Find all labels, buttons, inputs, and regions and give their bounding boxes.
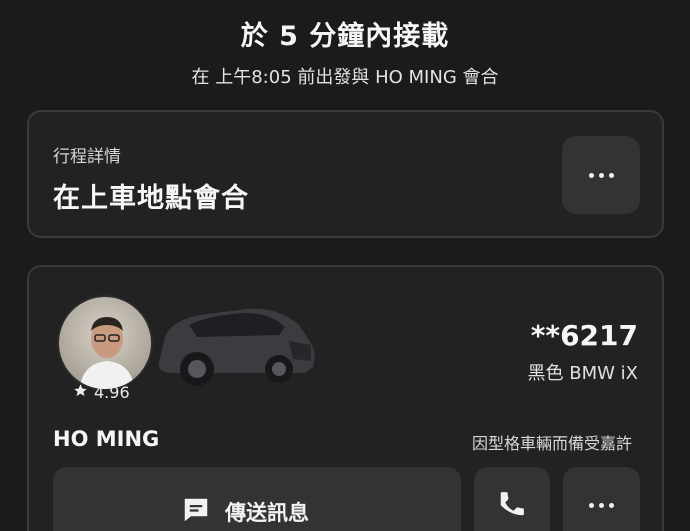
send-message-label: 傳送訊息 (225, 501, 309, 525)
driver-photo (79, 317, 135, 389)
call-button[interactable] (474, 467, 550, 531)
driver-avatar[interactable] (57, 295, 153, 391)
message-icon (181, 495, 211, 529)
trip-more-button[interactable] (562, 136, 640, 214)
car-image (158, 308, 315, 386)
more-dots-icon (588, 172, 614, 178)
driver-rating: 4.96 (73, 383, 130, 402)
trip-details-label: 行程詳情 (53, 147, 121, 167)
pickup-location: 在上車地點會合 (53, 183, 249, 214)
driver-compliment: 因型格車輛而備受嘉許 (471, 434, 632, 453)
driver-more-button[interactable] (563, 467, 640, 531)
more-dots-icon (589, 503, 614, 508)
header: 於 5 分鐘內接載 在 上午8:05 前出發與 HO MING 會合 (0, 14, 690, 89)
driver-name: HO MING (53, 427, 160, 451)
driver-card: 4.96 **6217 黑色 BMW iX HO MING 因型格車輛而備受嘉許… (27, 265, 664, 531)
car-model: 黑色 BMW iX (527, 363, 638, 384)
driver-rating-value: 4.96 (94, 383, 130, 402)
send-message-button[interactable]: 傳送訊息 (53, 467, 461, 531)
trip-details-card[interactable]: 行程詳情 在上車地點會合 (27, 110, 664, 238)
pickup-eta-subtitle: 在 上午8:05 前出發與 HO MING 會合 (191, 67, 499, 88)
phone-icon (497, 489, 527, 523)
license-plate: **6217 (530, 319, 638, 352)
star-icon (73, 383, 88, 402)
pickup-eta-title: 於 5 分鐘內接載 (240, 21, 450, 52)
